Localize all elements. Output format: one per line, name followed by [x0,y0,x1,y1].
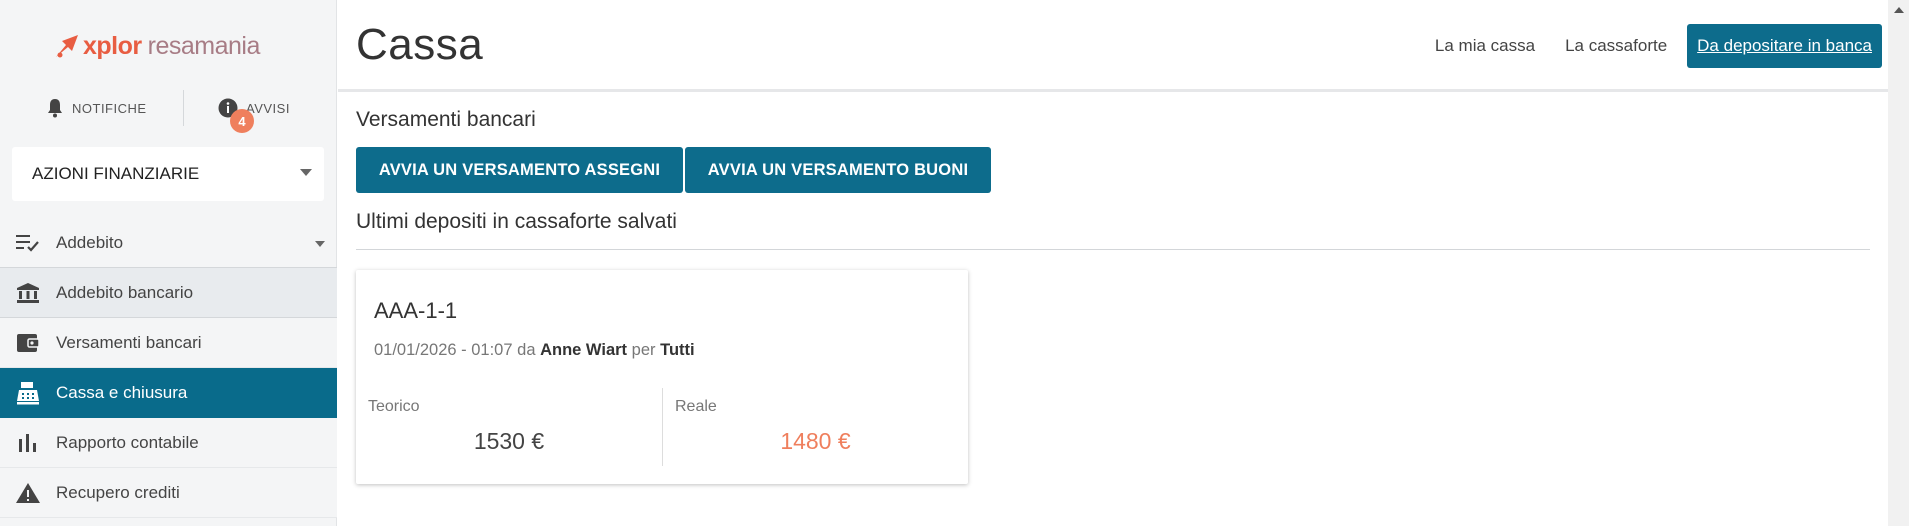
warning-icon [14,481,42,505]
alerts-divider [183,90,184,126]
start-voucher-deposit-button[interactable]: AVVIA UN VERSAMENTO BUONI [685,147,991,193]
section-title-ultimi-depositi: Ultimi depositi in cassaforte salvati [356,210,677,233]
deposit-card-meta: 01/01/2026 - 01:07 da Anne Wiart per Tut… [374,341,695,360]
start-cheque-deposit-button[interactable]: AVVIA UN VERSAMENTO ASSEGNI [356,147,683,193]
scroll-up-arrow-icon[interactable] [1894,7,1904,13]
caret-down-icon [315,241,325,247]
by-word: da [517,341,536,359]
wallet-icon [14,331,42,355]
sidebar-item-rapporto-contabile[interactable]: Rapporto contabile [0,418,337,468]
link-la-mia-cassa[interactable]: La mia cassa [1435,36,1535,56]
theoretical-column: Teorico 1530 € [356,388,662,466]
brand-name-part1: xplor [83,31,142,60]
bank-icon [14,281,42,305]
notifications-label: NOTIFICHE [72,100,147,116]
sidebar-item-label: Recupero crediti [56,482,180,502]
warnings-count-badge: 4 [230,109,254,133]
real-column: Reale 1480 € [662,388,968,466]
warnings-label: AVVISI [246,100,290,116]
theoretical-label: Teorico [368,398,420,415]
warnings-button[interactable]: AVVISI [218,98,290,118]
sidebar-item-addebito-bancario[interactable]: Addebito bancario [0,268,337,318]
link-da-depositare-in-banca[interactable]: Da depositare in banca [1687,24,1882,68]
deposit-buttons: AVVIA UN VERSAMENTO ASSEGNI AVVIA UN VER… [356,147,993,193]
sidebar-item-label: Cassa e chiusura [56,383,188,402]
sidebar-item-cassa-e-chiusura[interactable]: Cassa e chiusura [0,368,337,418]
sidebar-item-label: Addebito bancario [56,282,194,302]
brand-name-part2: resamania [147,31,261,60]
scrollbar[interactable] [1888,0,1909,526]
bar-chart-icon [14,431,42,455]
rocket-icon [52,31,82,61]
sidebar: xplor resamania NOTIFICHE AVVISI 4 AZIONI… [0,0,337,526]
bell-icon [48,99,62,118]
notifications-button[interactable]: NOTIFICHE [46,98,147,118]
deposit-card-title: AAA-1-1 [374,298,458,323]
sidebar-item-recupero-crediti[interactable]: Recupero crediti [0,468,337,518]
sidebar-item-label: Addebito [56,232,124,252]
cash-register-icon [14,381,42,405]
dropdown-label: AZIONI FINANZIARIE [32,164,200,183]
sidebar-item-label: Rapporto contabile [56,432,199,452]
real-value: 1480 € [780,428,851,454]
theoretical-value: 1530 € [473,428,545,454]
deposit-user: Anne Wiart [540,341,628,359]
sidebar-item-addebito[interactable]: Addebito [0,218,337,268]
caret-down-icon [300,169,312,176]
link-la-cassaforte[interactable]: La cassaforte [1565,36,1667,56]
deposit-target: Tutti [660,341,695,359]
deposit-card[interactable]: AAA-1-1 01/01/2026 - 01:07 da Anne Wiart… [356,270,968,484]
checklist-icon [14,231,42,255]
section-title-versamenti: Versamenti bancari [356,108,536,131]
page-header: Cassa La mia cassa La cassaforte Da depo… [338,0,1888,92]
page-title: Cassa [356,20,484,69]
brand-logo[interactable]: xplor resamania [52,28,260,64]
section-divider [356,249,1870,250]
deposit-datetime: 01/01/2026 - 01:07 [374,341,513,359]
header-nav: La mia cassa La cassaforte Da depositare… [1405,24,1882,68]
for-word: per [631,341,656,359]
main-content: Cassa La mia cassa La cassaforte Da depo… [338,0,1888,526]
sidebar-item-label: Versamenti bancari [56,332,202,352]
real-label: Reale [675,398,717,415]
sidebar-item-versamenti-bancari[interactable]: Versamenti bancari [0,318,337,368]
sidebar-nav: Addebito Addebito bancario Versamenti ba… [0,218,337,518]
alerts-bar: NOTIFICHE AVVISI [0,90,337,126]
financial-actions-dropdown[interactable]: AZIONI FINANZIARIE [12,147,324,201]
